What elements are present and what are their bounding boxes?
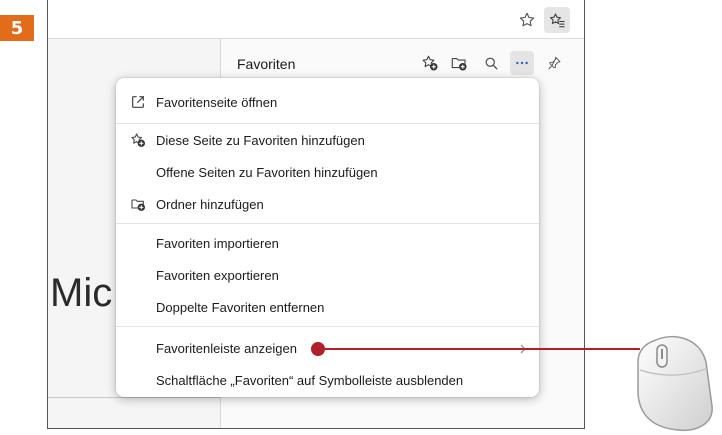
more-options-button[interactable] xyxy=(510,51,534,75)
callout-line xyxy=(318,348,640,350)
add-favorite-button[interactable] xyxy=(418,51,442,75)
favorites-hub-icon xyxy=(549,13,565,28)
menu-separator xyxy=(116,123,539,124)
menu-item-label: Ordner hinzufügen xyxy=(156,196,264,212)
mouse-icon xyxy=(637,336,713,432)
menu-item-label: Doppelte Favoriten entfernen xyxy=(156,299,325,315)
open-external-icon xyxy=(132,96,144,108)
add-favorite-icon xyxy=(422,55,438,71)
menu-item-add-open-pages[interactable]: Offene Seiten zu Favoriten hinzufügen xyxy=(116,157,539,187)
search-favorites-button[interactable] xyxy=(479,51,503,75)
browser-toolbar xyxy=(48,0,584,39)
menu-item-label: Favoriten importieren xyxy=(156,235,279,251)
menu-item-label: Offene Seiten zu Favoriten hinzufügen xyxy=(156,164,378,180)
search-icon xyxy=(485,57,498,70)
pin-panel-button[interactable] xyxy=(542,51,566,75)
add-favorite-icon xyxy=(131,133,145,147)
menu-item-remove-duplicates[interactable]: Doppelte Favoriten entfernen xyxy=(116,292,539,322)
menu-item-label: Favoritenleiste anzeigen xyxy=(156,340,297,356)
page-divider xyxy=(48,397,220,398)
menu-separator xyxy=(116,326,539,327)
page-heading-fragment: Mic xyxy=(50,271,113,315)
menu-item-label: Schaltfläche „Favoriten“ auf Symbolleist… xyxy=(156,372,464,388)
add-to-favorites-button[interactable] xyxy=(514,7,540,33)
add-folder-icon xyxy=(131,199,145,211)
menu-item-label: Diese Seite zu Favoriten hinzufügen xyxy=(156,132,365,148)
menu-item-label: Favoriten exportieren xyxy=(156,267,279,283)
menu-separator xyxy=(116,223,539,224)
pin-icon xyxy=(548,56,561,70)
favorites-button[interactable] xyxy=(544,7,570,33)
more-options-icon xyxy=(516,61,528,65)
menu-item-add-this-page[interactable]: Diese Seite zu Favoriten hinzufügen xyxy=(116,125,539,155)
add-folder-button[interactable] xyxy=(447,51,471,75)
star-outline-icon xyxy=(519,12,535,27)
favorites-panel-title: Favoriten xyxy=(237,56,296,72)
menu-item-add-folder[interactable]: Ordner hinzufügen xyxy=(116,189,539,219)
menu-item-export-favorites[interactable]: Favoriten exportieren xyxy=(116,260,539,290)
step-number-badge: 5 xyxy=(0,15,34,41)
menu-item-import-favorites[interactable]: Favoriten importieren xyxy=(116,228,539,258)
add-folder-icon xyxy=(451,57,467,71)
menu-item-hide-favorites-button[interactable]: Schaltfläche „Favoriten“ auf Symbolleist… xyxy=(116,365,539,395)
menu-item-label: Favoritenseite öffnen xyxy=(156,94,278,110)
menu-item-open-favorites-page[interactable]: Favoritenseite öffnen xyxy=(116,87,539,117)
